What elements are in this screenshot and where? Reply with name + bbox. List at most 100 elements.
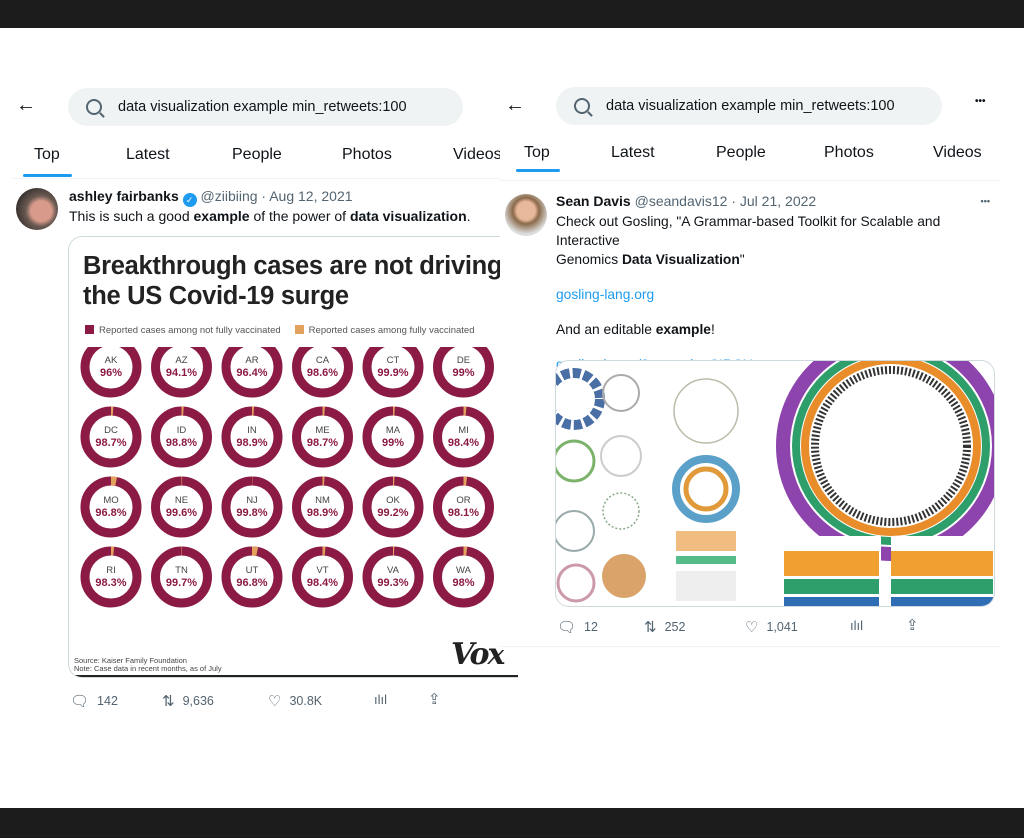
donut-IN: IN98.9% (221, 406, 283, 468)
donut-VA: VA99.3% (362, 546, 424, 608)
retweet-button[interactable]: ⇅ 9,636 (162, 692, 214, 710)
donut-value-label: 98.3% (95, 577, 126, 589)
tab-top[interactable]: Top (34, 146, 60, 164)
donut-state-label: CA (316, 355, 330, 366)
left-screenshot: ← data visualization example min_retweet… (0, 80, 518, 720)
donut-state-label: DE (457, 355, 470, 366)
search-icon (574, 98, 590, 114)
tab-people[interactable]: People (716, 144, 766, 162)
search-query: data visualization example min_retweets:… (606, 98, 895, 114)
donut-state-label: OK (386, 495, 400, 506)
donut-DC: DC98.7% (80, 406, 142, 468)
donut-state-label: AZ (175, 355, 187, 366)
tab-top[interactable]: Top (524, 144, 550, 162)
donut-value-label: 99% (452, 367, 474, 379)
tweet-date[interactable]: Jul 21, 2022 (740, 193, 816, 209)
donut-state-label: NM (315, 495, 330, 506)
reply-icon: 🗨︎ (557, 619, 577, 636)
reply-button[interactable]: 🗨︎ 142 (70, 692, 118, 710)
divider (500, 646, 1000, 647)
share-icon[interactable]: ⇪ (428, 690, 441, 708)
tab-photos[interactable]: Photos (824, 144, 874, 162)
image-bottom-rule (69, 675, 518, 677)
donut-state-label: DC (104, 425, 118, 436)
right-screenshot: ← data visualization example min_retweet… (500, 80, 1002, 650)
views-icon[interactable]: ılıl (850, 618, 863, 633)
donut-value-label: 98.9% (236, 437, 267, 449)
chart-legend: Reported cases among not fully vaccinate… (85, 325, 475, 336)
retweet-icon: ⇅ (162, 693, 175, 710)
donut-state-label: MI (458, 425, 469, 436)
tweet-header: ashley fairbanks ✓ @ziibiing · Aug 12, 2… (69, 188, 353, 207)
like-button[interactable]: ♡ 1,041 (745, 618, 798, 636)
donut-value-label: 96.8% (236, 577, 267, 589)
donut-state-label: WA (456, 565, 472, 576)
donut-value-label: 98.7% (95, 437, 126, 449)
donut-value-label: 98% (452, 577, 474, 589)
infographic-image[interactable]: Breakthrough cases are not driving the U… (68, 236, 518, 678)
heart-icon: ♡ (268, 693, 282, 710)
active-tab-indicator (23, 174, 72, 177)
retweet-button[interactable]: ⇅ 252 (644, 618, 685, 636)
tweet-text: Check out Gosling, "A Grammar-based Tool… (556, 212, 1001, 374)
donut-state-label: IN (247, 425, 257, 436)
back-arrow-icon[interactable]: ← (16, 94, 36, 117)
donut-state-label: CT (387, 355, 400, 366)
link-gosling-lang[interactable]: gosling-lang.org (556, 285, 1001, 304)
tab-videos[interactable]: Videos (453, 146, 502, 164)
donut-value-label: 98.6% (307, 367, 338, 379)
author-handle[interactable]: @seandavis12 (635, 193, 728, 209)
search-input[interactable]: data visualization example min_retweets:… (68, 88, 463, 126)
tab-videos[interactable]: Videos (933, 144, 982, 162)
back-arrow-icon[interactable]: ← (505, 94, 525, 117)
donut-NM: NM98.9% (292, 476, 353, 538)
tab-photos[interactable]: Photos (342, 146, 392, 164)
tab-people[interactable]: People (232, 146, 282, 164)
donut-value-label: 98.1% (448, 507, 479, 519)
like-button[interactable]: ♡ 30.8K (268, 692, 322, 710)
search-input[interactable]: data visualization example min_retweets:… (556, 87, 942, 125)
donut-value-label: 98.4% (307, 577, 338, 589)
donut-CT: CT99.9% (362, 347, 424, 398)
tab-latest[interactable]: Latest (611, 144, 655, 162)
divider (500, 180, 1000, 181)
retweet-icon: ⇅ (644, 619, 657, 636)
donut-MA: MA99% (362, 406, 424, 468)
donut-value-label: 98.9% (307, 507, 338, 519)
search-icon (86, 99, 102, 115)
source-note: Source: Kaiser Family Foundation Note: C… (74, 657, 222, 673)
reply-button[interactable]: 🗨︎ 12 (557, 618, 598, 636)
donut-state-label: AR (245, 355, 258, 366)
donut-grid: AK96%AZ94.1%AR96.4%CA98.6%CT99.9%DE99%DC… (80, 347, 494, 608)
share-icon[interactable]: ⇪ (906, 616, 919, 634)
more-options-icon[interactable]: ••• (975, 96, 986, 107)
author-handle[interactable]: @ziibiing (201, 188, 258, 204)
donut-value-label: 98.8% (166, 437, 197, 449)
donut-value-label: 94.1% (166, 367, 197, 379)
avatar[interactable] (505, 194, 547, 236)
donut-value-label: 98.7% (307, 437, 338, 449)
verified-badge-icon: ✓ (182, 193, 197, 207)
tweet-text: This is such a good example of the power… (69, 208, 471, 224)
letterbox-top (0, 0, 1024, 28)
heart-icon: ♡ (745, 619, 759, 636)
donut-value-label: 99.9% (377, 367, 408, 379)
donut-state-label: RI (106, 565, 116, 576)
avatar[interactable] (16, 188, 58, 230)
donut-value-label: 99.8% (236, 507, 267, 519)
donut-value-label: 99% (382, 437, 404, 449)
author-name[interactable]: ashley fairbanks (69, 188, 179, 204)
views-icon[interactable]: ılıl (374, 692, 387, 707)
donut-TN: TN99.7% (151, 546, 212, 608)
tweet-date[interactable]: Aug 12, 2021 (269, 188, 352, 204)
tweet-header: Sean Davis @seandavis12 · Jul 21, 2022 •… (556, 192, 990, 211)
gosling-gallery-image[interactable] (555, 360, 995, 607)
donut-DE: DE99% (433, 347, 494, 398)
donut-state-label: NE (175, 495, 188, 506)
tab-latest[interactable]: Latest (126, 146, 170, 164)
reply-icon: 🗨︎ (70, 693, 90, 710)
donut-state-label: AK (105, 355, 118, 366)
author-name[interactable]: Sean Davis (556, 193, 631, 209)
donut-value-label: 99.2% (377, 507, 408, 519)
tweet-more-icon[interactable]: ••• (981, 192, 990, 211)
